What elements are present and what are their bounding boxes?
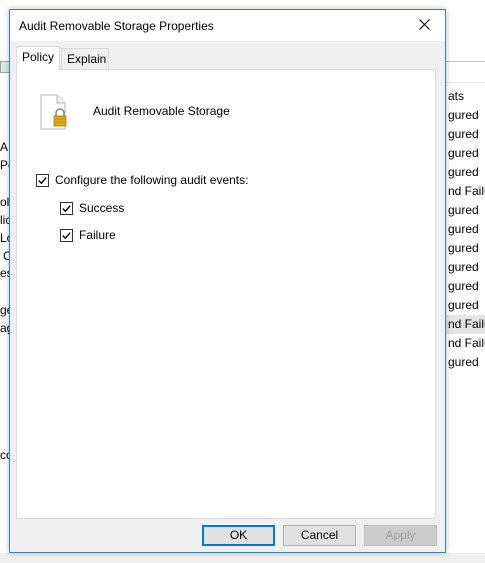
background-list-cell: gured	[448, 260, 479, 274]
background-list-cell: gured	[448, 127, 479, 141]
close-button[interactable]	[405, 10, 445, 41]
checkbox-box[interactable]	[60, 228, 73, 242]
tab-policy[interactable]: Policy	[16, 46, 60, 70]
background-list-cell: gured	[448, 222, 479, 236]
checkbox-box[interactable]	[36, 173, 49, 187]
background-list-header	[446, 61, 485, 83]
background-list: ats gured gured gured gured nd Failur gured gu…	[446, 0, 485, 563]
background-list-cell: gured	[448, 165, 479, 179]
background-list-cell: gured	[448, 241, 479, 255]
checkmark-icon	[62, 204, 71, 212]
background-list-cell: gured	[448, 146, 479, 160]
background-list-cell: gured	[448, 298, 479, 312]
tab-explain[interactable]: Explain	[61, 48, 109, 69]
background-list-cell: nd Failur	[448, 184, 485, 198]
policy-tab-panel: Audit Removable Storage Configure the fo…	[16, 69, 436, 519]
configure-audit-events-checkbox[interactable]: Configure the following audit events:	[36, 173, 248, 187]
checkmark-icon	[38, 176, 47, 184]
failure-label: Failure	[79, 228, 116, 242]
close-icon	[419, 19, 430, 30]
cancel-button[interactable]: Cancel	[283, 525, 356, 546]
background-list-cell: nd Failur	[448, 336, 485, 350]
background-list-cell: nd Failur	[446, 315, 485, 334]
success-label: Success	[79, 201, 125, 215]
background-list-header-label: ats	[448, 89, 465, 103]
background-statusbar	[0, 553, 485, 563]
background-list-cell: gured	[448, 203, 479, 217]
background-list-cell: gured	[448, 279, 479, 293]
configure-audit-events-label: Configure the following audit events:	[55, 173, 249, 187]
dialog-title: Audit Removable Storage Properties	[19, 19, 214, 33]
failure-checkbox[interactable]: Failure	[60, 228, 116, 242]
properties-dialog: Audit Removable Storage Properties Polic…	[9, 9, 446, 553]
background-list-cell: gured	[448, 108, 479, 122]
background-text: A	[0, 140, 9, 154]
success-checkbox[interactable]: Success	[60, 201, 124, 215]
policy-name: Audit Removable Storage	[93, 104, 230, 118]
title-bar[interactable]: Audit Removable Storage Properties	[10, 10, 445, 41]
document-lock-icon	[40, 94, 67, 130]
checkmark-icon	[62, 231, 71, 239]
background-list-cell: gured	[448, 355, 479, 369]
ok-button[interactable]: OK	[202, 525, 275, 546]
checkbox-box[interactable]	[60, 201, 73, 215]
apply-button[interactable]: Apply	[364, 525, 437, 546]
